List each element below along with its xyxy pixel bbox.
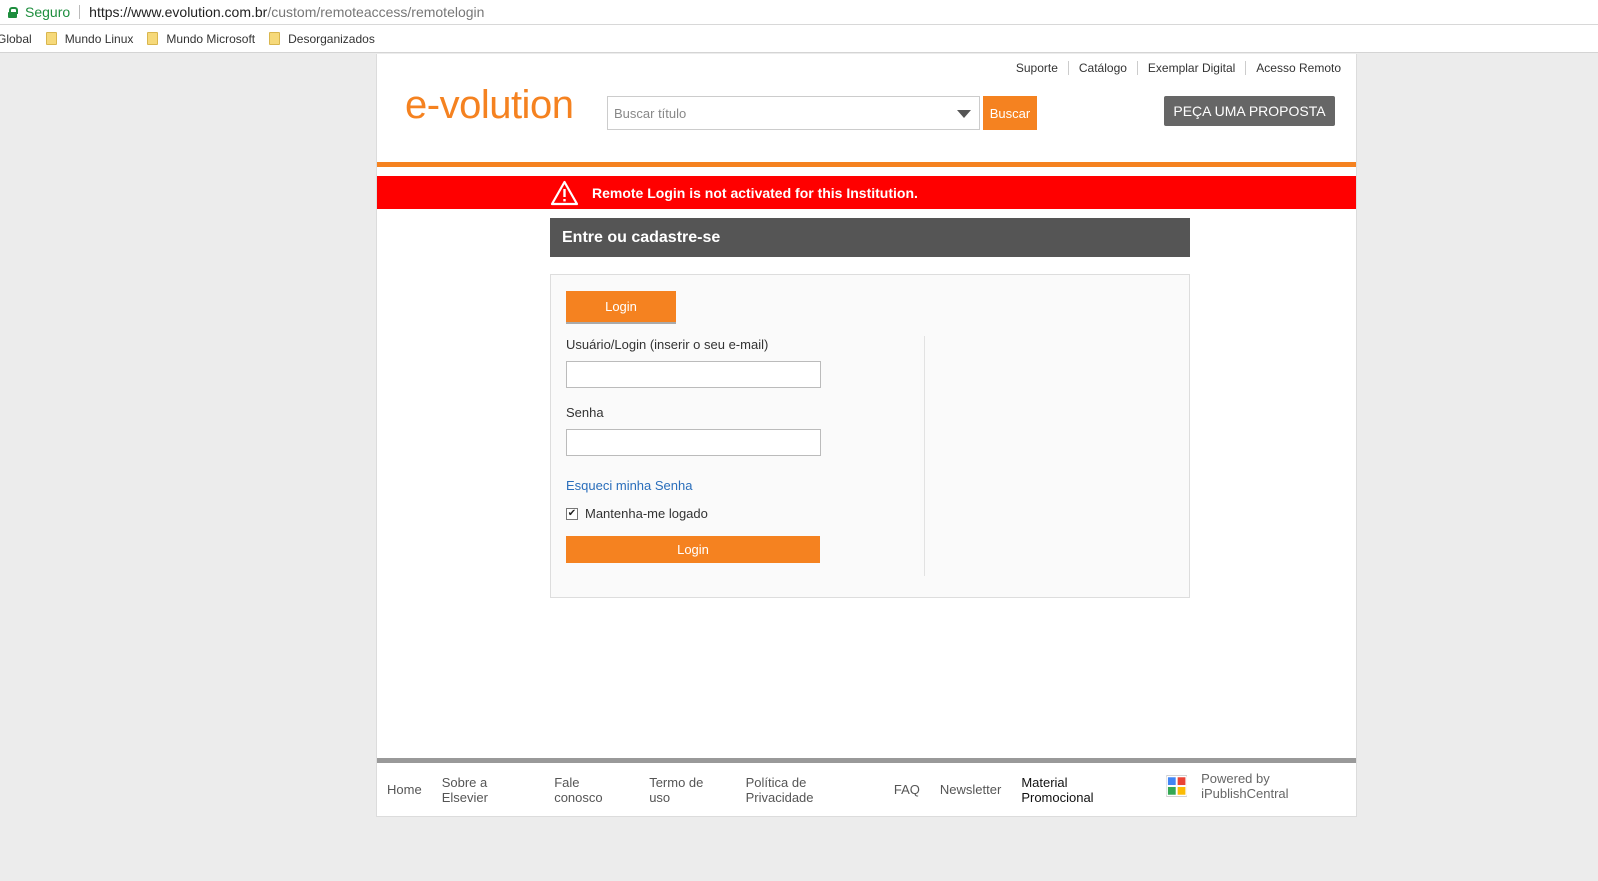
alert-message: Remote Login is not activated for this I… xyxy=(592,184,918,201)
top-link-acesso-remoto[interactable]: Acesso Remoto xyxy=(1245,61,1341,75)
footer-link-material-promocional[interactable]: Material Promocional xyxy=(1021,775,1139,805)
page-container: Suporte Catálogo Exemplar Digital Acesso… xyxy=(376,54,1357,817)
footer-link-termo-de-uso[interactable]: Termo de uso xyxy=(649,775,725,805)
footer-link-fale-conosco[interactable]: Fale conosco xyxy=(554,775,629,805)
bookmark-mundo-microsoft[interactable]: Mundo Microsoft xyxy=(147,32,255,46)
footer-link-faq[interactable]: FAQ xyxy=(894,782,920,797)
bookmark-label: Desorganizados xyxy=(288,31,375,46)
folder-icon xyxy=(269,32,281,45)
footer-link-privacidade[interactable]: Política de Privacidade xyxy=(746,775,874,805)
powered-by: Powered by iPublishCentral xyxy=(1201,770,1289,801)
bookmark-desorganizados[interactable]: Desorganizados xyxy=(269,32,375,46)
url-path[interactable]: /custom/remoteaccess/remotelogin xyxy=(267,4,484,20)
bookmark-mundo-linux[interactable]: Mundo Linux xyxy=(45,31,134,46)
secure-label: Seguro xyxy=(25,4,71,20)
chevron-down-icon[interactable] xyxy=(957,110,971,118)
proposal-button[interactable]: PEÇA UMA PROPOSTA xyxy=(1164,96,1335,126)
search-placeholder: Buscar título xyxy=(614,105,687,121)
search-button[interactable]: Buscar xyxy=(983,96,1037,130)
alert-banner: Remote Login is not activated for this I… xyxy=(377,176,1356,209)
top-link-catalogo[interactable]: Catálogo xyxy=(1067,61,1137,75)
address-separator xyxy=(79,5,81,19)
top-link-suporte[interactable]: Suporte xyxy=(1006,61,1068,75)
login-button[interactable]: Login xyxy=(566,536,820,563)
google-icon[interactable] xyxy=(1165,774,1188,797)
logo[interactable]: e-volution xyxy=(405,83,574,128)
password-field[interactable] xyxy=(566,429,821,456)
login-panel-title: Entre ou cadastre-se xyxy=(550,218,1190,257)
lock-icon xyxy=(8,6,18,18)
tab-login[interactable]: Login xyxy=(566,291,676,324)
remember-label: Mantenha-me logado xyxy=(585,506,708,521)
bookmark-label: Mundo Microsoft xyxy=(166,31,256,46)
folder-icon xyxy=(147,32,159,45)
address-bar[interactable]: Seguro https://www.evolution.com.br/cust… xyxy=(0,0,1598,25)
bookmark-label: Global xyxy=(0,31,32,46)
password-label: Senha xyxy=(566,405,604,420)
footer-link-newsletter[interactable]: Newsletter xyxy=(940,782,1001,797)
bookmark-label: Mundo Linux xyxy=(64,31,134,46)
top-links: Suporte Catálogo Exemplar Digital Acesso… xyxy=(1006,61,1341,75)
username-field[interactable] xyxy=(566,361,821,388)
folder-icon xyxy=(45,32,57,45)
remember-me[interactable]: ✔ Mantenha-me logado xyxy=(566,506,708,521)
forgot-password-link[interactable]: Esqueci minha Senha xyxy=(566,478,692,493)
bookmarks-bar: Global Mundo Linux Mundo Microsoft Desor… xyxy=(0,25,1598,53)
username-label: Usuário/Login (inserir o seu e-mail) xyxy=(566,337,769,352)
login-form: Login Usuário/Login (inserir o seu e-mai… xyxy=(550,274,1190,598)
footer-link-home[interactable]: Home xyxy=(387,782,422,797)
remember-checkbox[interactable]: ✔ xyxy=(566,507,578,520)
search-select[interactable]: Buscar título xyxy=(607,96,980,130)
footer: Home Sobre a Elsevier Fale conosco Termo… xyxy=(377,763,1356,817)
url-host[interactable]: https://www.evolution.com.br xyxy=(89,4,267,20)
top-link-exemplar-digital[interactable]: Exemplar Digital xyxy=(1136,61,1245,75)
form-divider xyxy=(924,336,925,576)
footer-link-sobre[interactable]: Sobre a Elsevier xyxy=(442,775,535,805)
warning-icon xyxy=(550,180,579,205)
bookmark-global[interactable]: Global xyxy=(0,32,32,46)
header-divider xyxy=(377,162,1356,167)
